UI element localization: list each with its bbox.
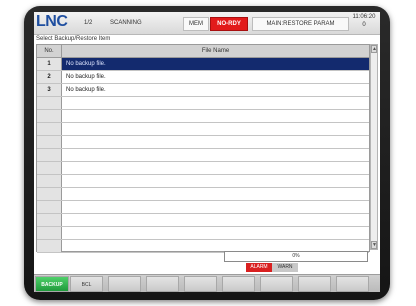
softkey-bar: BACKUP BCL bbox=[34, 274, 380, 292]
table-row[interactable] bbox=[37, 227, 369, 240]
row-number: 3 bbox=[37, 84, 62, 96]
mem-button[interactable]: MEM bbox=[183, 17, 209, 31]
table-row[interactable] bbox=[37, 188, 369, 201]
softkey-backup[interactable]: BACKUP bbox=[35, 276, 69, 292]
table-row[interactable]: 3 No backup file. bbox=[37, 84, 369, 97]
up-arrow-icon[interactable]: ▲ bbox=[371, 45, 377, 53]
softkey-4[interactable] bbox=[146, 276, 179, 292]
row-number bbox=[37, 97, 62, 109]
row-number bbox=[37, 149, 62, 161]
softkey-7[interactable] bbox=[260, 276, 293, 292]
table-row[interactable] bbox=[37, 201, 369, 214]
page-subtitle: Select Backup/Restore Item bbox=[36, 36, 111, 42]
page-indicator: 1/2 bbox=[84, 20, 93, 26]
table-row[interactable] bbox=[37, 136, 369, 149]
progress-text: 0% bbox=[292, 253, 300, 259]
softkey-2[interactable]: BCL bbox=[70, 276, 103, 292]
softkey-6[interactable] bbox=[222, 276, 255, 292]
clock-time: 11:06:20 bbox=[352, 14, 376, 20]
row-number bbox=[37, 110, 62, 122]
table-row[interactable] bbox=[37, 175, 369, 188]
softkey-5[interactable] bbox=[184, 276, 217, 292]
row-number bbox=[37, 227, 62, 239]
row-number bbox=[37, 162, 62, 174]
backup-file-table: No. File Name 1 No backup file. 2 No backup… bbox=[36, 44, 370, 253]
down-arrow-icon[interactable]: ▼ bbox=[371, 241, 377, 249]
table-row[interactable] bbox=[37, 214, 369, 227]
row-number bbox=[37, 123, 62, 135]
row-file-name: No backup file. bbox=[66, 87, 106, 93]
softkey-3[interactable] bbox=[108, 276, 141, 292]
row-number bbox=[37, 175, 62, 187]
mode-label: SCANNING bbox=[110, 20, 142, 26]
row-file-name: No backup file. bbox=[66, 74, 106, 80]
row-number bbox=[37, 240, 62, 252]
row-number bbox=[37, 136, 62, 148]
row-selection-highlight bbox=[62, 58, 369, 70]
row-number bbox=[37, 188, 62, 200]
cnc-screen: LNC 1/2 SCANNING MEM NO-RDY MAIN:RESTORE… bbox=[34, 12, 380, 292]
table-row[interactable] bbox=[37, 110, 369, 123]
table-row[interactable] bbox=[37, 97, 369, 110]
table-row[interactable] bbox=[37, 162, 369, 175]
clock: 11:06:20 0 bbox=[352, 13, 376, 29]
status-header: LNC 1/2 SCANNING MEM NO-RDY MAIN:RESTORE… bbox=[34, 12, 380, 35]
column-header-file-name: File Name bbox=[62, 45, 369, 58]
function-title: MAIN:RESTORE PARAM bbox=[252, 17, 349, 31]
table-row[interactable] bbox=[37, 123, 369, 136]
column-header-no: No. bbox=[37, 45, 62, 58]
alarm-indicator[interactable]: ALARM bbox=[246, 263, 272, 272]
table-scrollbar[interactable]: ▲ ▼ bbox=[370, 44, 378, 250]
row-number: 2 bbox=[37, 71, 62, 83]
softkey-9[interactable] bbox=[336, 276, 369, 292]
row-number bbox=[37, 214, 62, 226]
clock-sub: 0 bbox=[362, 22, 366, 28]
softkey-8[interactable] bbox=[298, 276, 331, 292]
table-row[interactable]: 1 No backup file. bbox=[37, 58, 369, 71]
row-number bbox=[37, 201, 62, 213]
table-row[interactable] bbox=[37, 149, 369, 162]
table-row[interactable]: 2 No backup file. bbox=[37, 71, 369, 84]
warn-indicator[interactable]: WARN bbox=[272, 263, 298, 272]
ready-status-badge: NO-RDY bbox=[210, 17, 248, 31]
progress-bar: 0% bbox=[224, 251, 368, 262]
brand-logo: LNC bbox=[36, 13, 68, 30]
row-number: 1 bbox=[37, 58, 62, 70]
row-file-name: No backup file. bbox=[66, 61, 106, 67]
